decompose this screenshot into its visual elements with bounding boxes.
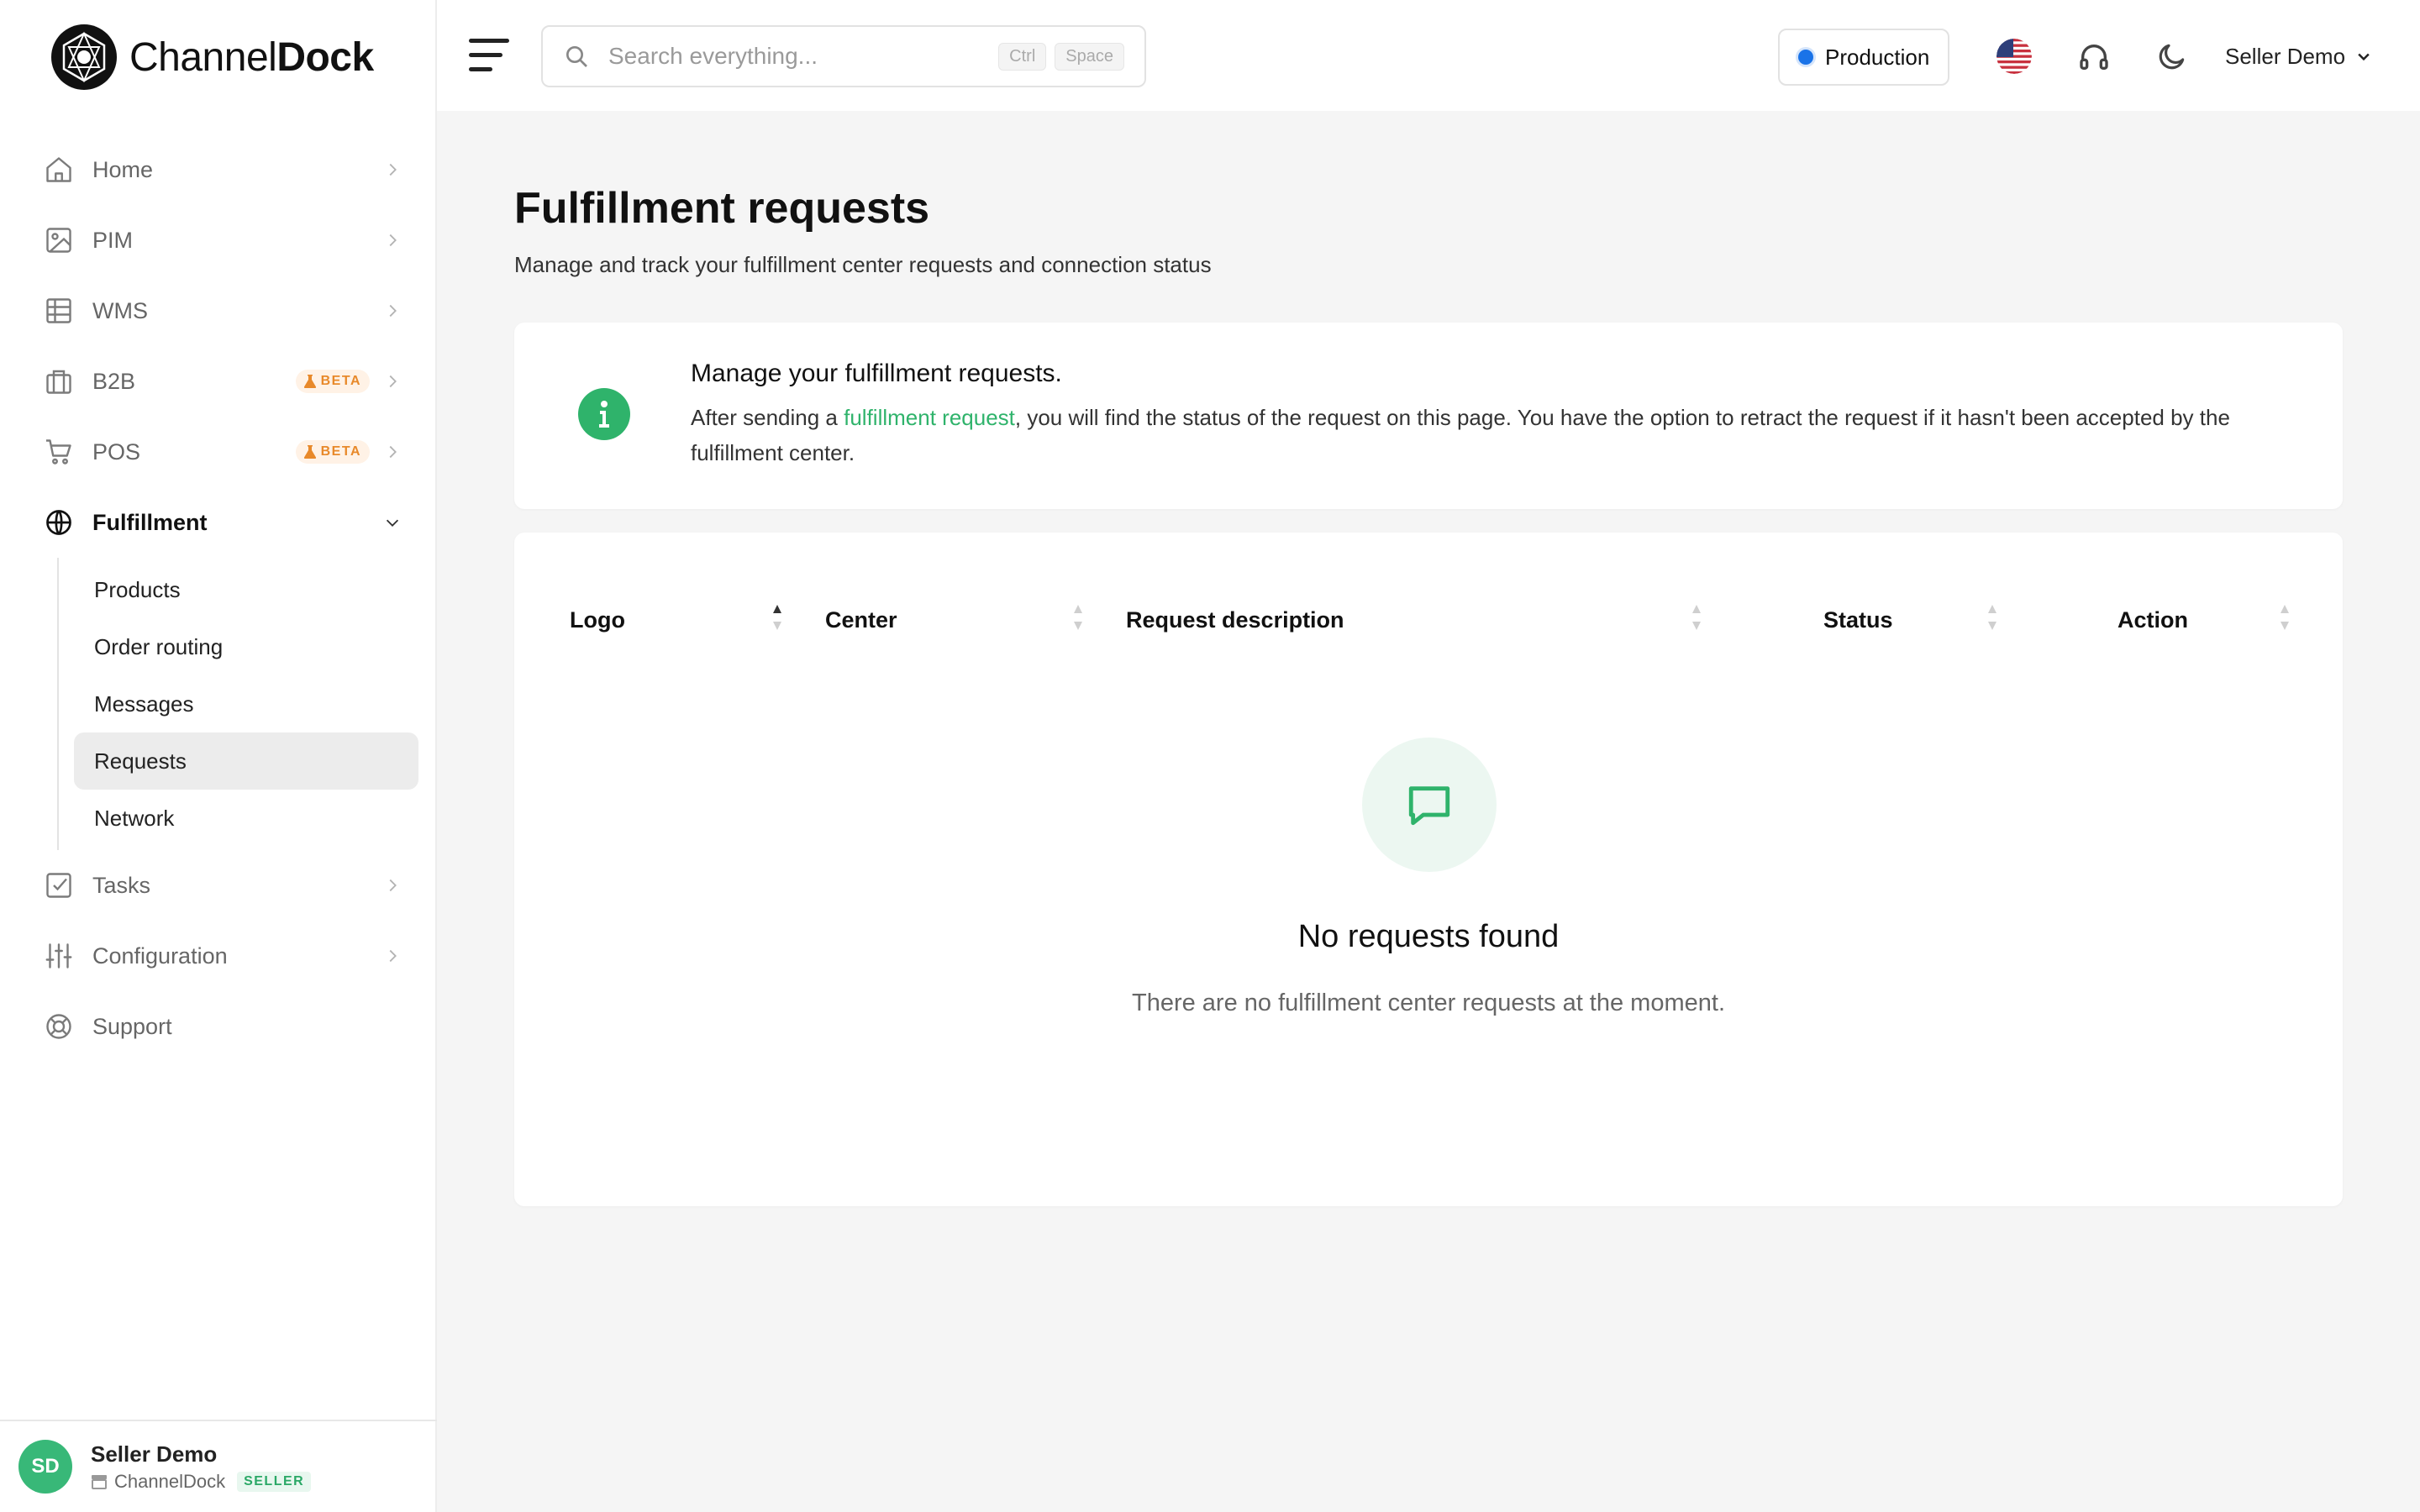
sliders-icon: [45, 943, 72, 969]
avatar: SD: [18, 1440, 72, 1494]
column-header-action[interactable]: Action: [2118, 601, 2188, 638]
search-input[interactable]: [608, 43, 991, 70]
topbar: Ctrl Space Production Seller Demo: [437, 0, 2420, 111]
chevron-right-icon: [389, 163, 397, 176]
requests-table: Logo Center Request description Status A…: [514, 533, 2343, 1206]
sidebar-item-tasks[interactable]: Tasks: [40, 850, 417, 921]
sidebar-item-configuration[interactable]: Configuration: [40, 921, 417, 991]
shortcut-key-space: Space: [1055, 42, 1124, 71]
chevron-down-icon: [2358, 53, 2370, 61]
chevron-right-icon: [389, 304, 397, 318]
sort-icon[interactable]: [1072, 601, 1084, 633]
chevron-down-icon: [386, 519, 399, 527]
checkbox-icon: [46, 873, 71, 898]
chevron-right-icon: [389, 949, 397, 963]
message-icon: [1408, 786, 1450, 826]
sort-icon[interactable]: [2279, 601, 2291, 633]
info-text: After sending a fulfillment request, you…: [691, 405, 2230, 465]
user-menu-label: Seller Demo: [2225, 43, 2346, 69]
sidebar-item-support[interactable]: Support: [40, 991, 417, 1062]
sidebar-item-wms[interactable]: WMS: [40, 276, 417, 346]
flask-icon: [303, 445, 316, 459]
column-header-logo[interactable]: Logo: [570, 601, 625, 638]
sidebar-item-pos[interactable]: POS BETA: [40, 417, 417, 487]
store-icon: [92, 1474, 107, 1489]
sidebar-item-label: Support: [92, 1013, 172, 1039]
beta-badge: BETA: [295, 440, 370, 464]
environment-button[interactable]: Production: [1778, 29, 1950, 86]
image-icon: [46, 228, 71, 253]
sidebar-user-card[interactable]: SD Seller Demo ChannelDock SELLER: [0, 1420, 437, 1512]
channeldock-logo-icon: [51, 24, 117, 90]
headset-icon[interactable]: [2077, 40, 2111, 74]
sidebar-item-pim[interactable]: PIM: [40, 205, 417, 276]
sidebar-item-label: POS: [92, 438, 141, 465]
globe-icon: [46, 510, 71, 535]
beta-badge: BETA: [295, 370, 370, 393]
sidebar-item-home[interactable]: Home: [40, 134, 417, 205]
cart-icon: [46, 439, 71, 465]
moon-icon[interactable]: [2156, 40, 2188, 72]
brand-name: ChannelDock: [129, 34, 374, 80]
empty-state-title: No requests found: [1297, 919, 1560, 954]
chevron-right-icon: [389, 234, 397, 247]
column-header-center[interactable]: Center: [825, 601, 897, 638]
environment-status-dot: [1798, 50, 1813, 65]
fulfillment-submenu: Products Order routing Messages Requests…: [57, 558, 418, 850]
home-icon: [46, 157, 71, 182]
table-icon: [46, 298, 71, 323]
sidebar-item-label: WMS: [92, 297, 148, 323]
user-org: ChannelDock SELLER: [91, 1470, 312, 1493]
brand-logo[interactable]: ChannelDock: [50, 24, 374, 91]
user-menu-dropdown[interactable]: Seller Demo: [2225, 37, 2372, 76]
user-info: Seller Demo ChannelDock SELLER: [91, 1441, 312, 1493]
role-badge: SELLER: [237, 1471, 312, 1492]
main-navigation: Home PIM WMS B2B BETA POS BETA Fulfillme…: [40, 134, 418, 1062]
info-title: Manage your fulfillment requests.: [691, 360, 1062, 387]
sidebar-subitem-messages[interactable]: Messages: [74, 675, 418, 732]
briefcase-icon: [46, 370, 71, 394]
sort-ascending-icon[interactable]: [771, 601, 783, 633]
sort-icon[interactable]: [1986, 601, 1998, 633]
search-icon: [566, 46, 587, 67]
sidebar-subitem-order-routing[interactable]: Order routing: [74, 618, 418, 675]
empty-state-text: There are no fulfillment center requests…: [1131, 990, 1725, 1016]
sidebar-subitem-network[interactable]: Network: [74, 790, 418, 847]
page-subtitle: Manage and track your fulfillment center…: [514, 252, 1212, 277]
sidebar-item-label: PIM: [92, 227, 134, 253]
sidebar-item-label: Configuration: [92, 942, 228, 969]
sort-icon[interactable]: [1691, 601, 1702, 633]
info-card: Manage your fulfillment requests. After …: [514, 323, 2343, 509]
sidebar-item-label: Tasks: [92, 872, 151, 898]
sidebar-item-label: Fulfillment: [92, 509, 208, 535]
lifebuoy-icon: [46, 1014, 71, 1039]
chevron-right-icon: [389, 445, 397, 459]
column-header-request-description[interactable]: Request description: [1126, 601, 1344, 638]
flask-icon: [303, 375, 316, 388]
page-title: Fulfillment requests: [514, 184, 930, 233]
sidebar-subitem-requests[interactable]: Requests: [74, 732, 418, 790]
environment-label: Production: [1825, 44, 1930, 70]
shortcut-key-ctrl: Ctrl: [998, 42, 1047, 71]
global-search: Ctrl Space: [541, 25, 1146, 87]
chevron-right-icon: [389, 879, 397, 892]
sidebar-item-b2b[interactable]: B2B BETA: [40, 346, 417, 417]
sidebar-subitem-products[interactable]: Products: [74, 561, 418, 618]
sidebar: ChannelDock Home PIM WMS B2B BETA POS BE…: [0, 0, 437, 1512]
empty-state-icon-wrapper: [1362, 738, 1497, 872]
user-name: Seller Demo: [91, 1441, 218, 1467]
fulfillment-request-link[interactable]: fulfillment request: [844, 405, 1015, 430]
info-icon: [578, 388, 630, 440]
chevron-right-icon: [389, 375, 397, 388]
sidebar-item-label: B2B: [92, 368, 136, 394]
column-header-status[interactable]: Status: [1823, 601, 1893, 638]
sidebar-item-label: Home: [92, 156, 154, 182]
hamburger-menu-icon[interactable]: [469, 35, 513, 76]
org-name: ChannelDock: [114, 1470, 226, 1492]
sidebar-item-fulfillment[interactable]: Fulfillment: [40, 487, 417, 558]
us-flag-icon[interactable]: [1996, 39, 2032, 74]
